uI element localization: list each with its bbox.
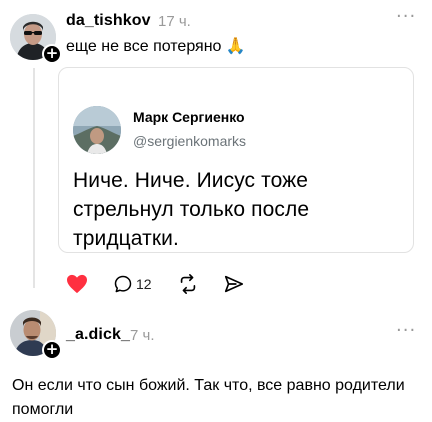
follow-plus-icon[interactable]: +: [42, 44, 62, 64]
post-username[interactable]: _a.dick_: [66, 326, 130, 344]
more-options-icon[interactable]: ···: [396, 6, 416, 27]
comment-icon: [113, 274, 133, 294]
avatar[interactable]: +: [10, 310, 62, 360]
post-text: Он если что сын божий. Так что, все равн…: [12, 377, 405, 418]
heart-icon: [66, 274, 88, 294]
comment-count: 12: [136, 276, 152, 292]
post-timestamp: 17 ч.: [158, 13, 191, 30]
post-item: + da_tishkov 17 ч. ··· еще не все потеря…: [0, 0, 432, 300]
post-actions: 12: [66, 270, 266, 298]
repost-button[interactable]: [177, 270, 199, 298]
repost-icon: [177, 273, 199, 295]
quoted-author-handle[interactable]: @sergienkomarks: [133, 133, 246, 149]
follow-plus-icon[interactable]: +: [42, 340, 62, 360]
quoted-author-avatar[interactable]: [73, 106, 121, 154]
post-item: + _a.dick_ 7 ч. ··· Он если что сын божи…: [0, 300, 432, 422]
send-icon: [223, 273, 245, 295]
post-timestamp: 7 ч.: [130, 327, 155, 344]
quoted-post-card[interactable]: Марк Сергиенко @sergienkomarks Ниче. Нич…: [58, 67, 414, 253]
quoted-post-text: Ниче. Ниче. Иисус тоже стрельнул только …: [73, 169, 310, 250]
post-username[interactable]: da_tishkov: [66, 12, 151, 30]
comment-button[interactable]: 12: [113, 270, 152, 298]
more-options-icon[interactable]: ···: [396, 320, 416, 341]
post-text: еще не все потеряно 🙏: [66, 38, 246, 55]
share-button[interactable]: [223, 270, 245, 298]
thread-line: [33, 68, 35, 288]
quoted-author-name[interactable]: Марк Сергиенко: [133, 109, 245, 125]
avatar[interactable]: +: [10, 14, 62, 64]
like-button[interactable]: [66, 270, 88, 298]
